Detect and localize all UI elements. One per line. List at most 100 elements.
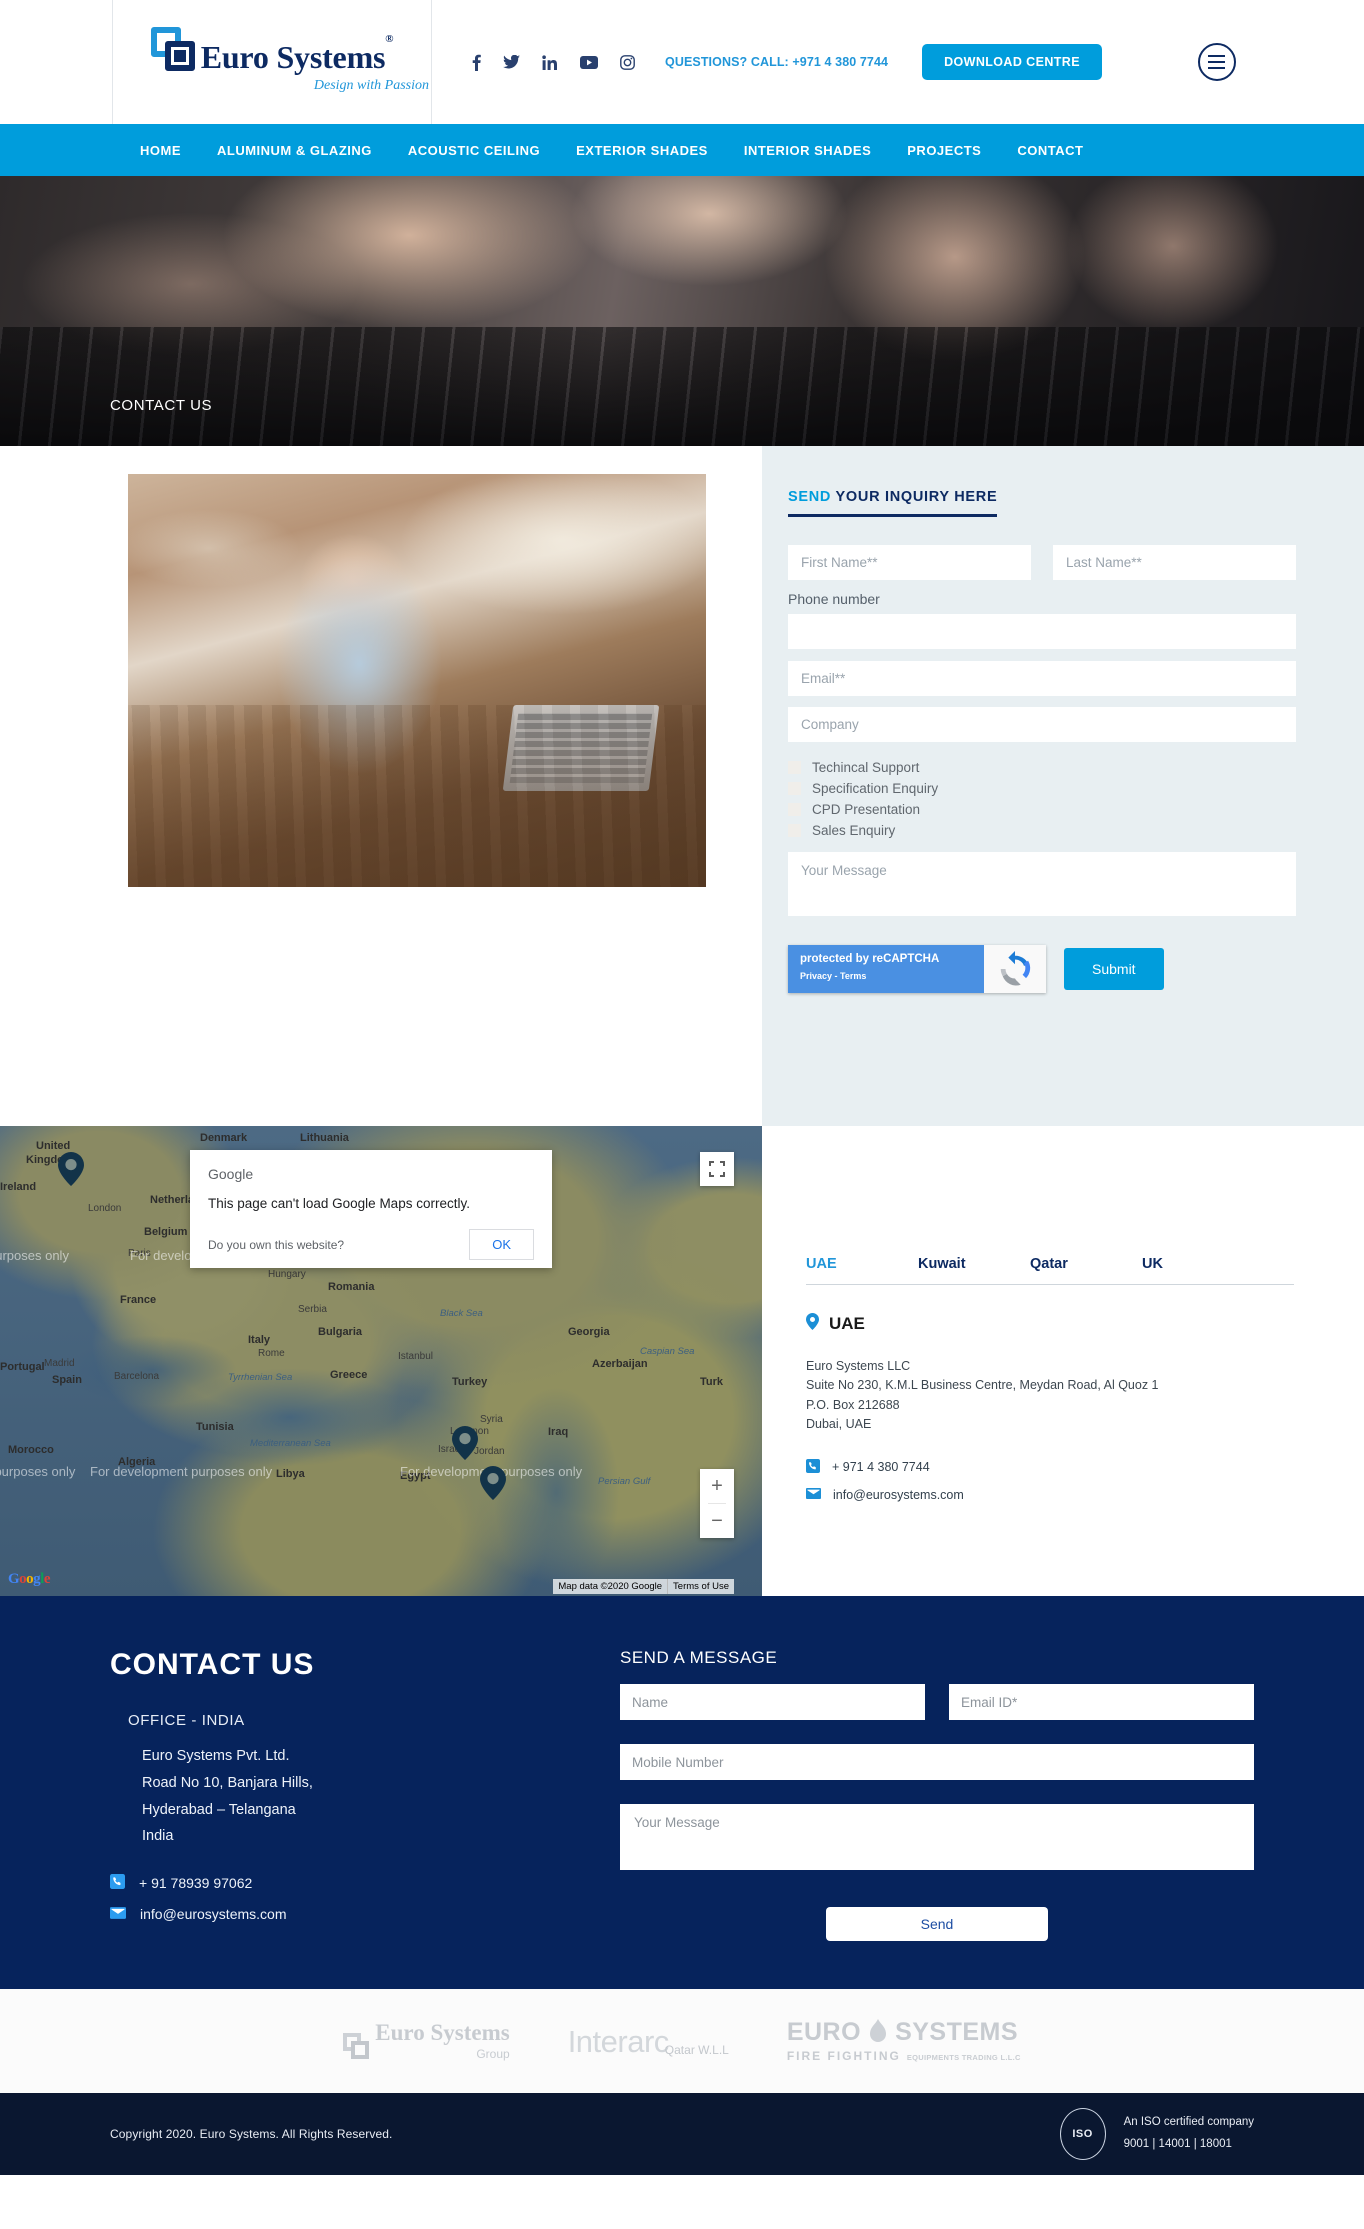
footer-email-input[interactable] [949, 1684, 1254, 1720]
partner-logo-euro-systems-group[interactable]: Euro Systems Group [343, 2021, 510, 2061]
footer-phone-row[interactable]: + 91 78939 97062 [110, 1874, 620, 1892]
checkbox-box[interactable] [788, 761, 801, 774]
submit-button[interactable]: Submit [1064, 948, 1164, 990]
youtube-icon[interactable] [580, 55, 598, 69]
email-icon [806, 1487, 821, 1502]
office-email: info@eurosystems.com [833, 1487, 964, 1502]
footer-address-line: Road No 10, Banjara Hills, [142, 1774, 313, 1791]
map-label: Turkey [452, 1376, 488, 1388]
office-tab-uae[interactable]: UAE [806, 1256, 918, 1284]
office-phone-row[interactable]: + 971 4 380 7744 [806, 1458, 1294, 1476]
recaptcha-title: protected by reCAPTCHA [800, 953, 940, 965]
office-address-line: Suite No 230, K.M.L Business Centre, Mey… [806, 1378, 1159, 1393]
menu-icon[interactable] [1197, 43, 1236, 81]
linkedin-icon[interactable] [542, 54, 558, 70]
office-tab-qatar[interactable]: Qatar [1030, 1256, 1142, 1284]
phone-call-text[interactable]: QUESTIONS? CALL: +971 4 380 7744 [665, 55, 888, 69]
map-label: Georgia [568, 1326, 610, 1338]
footer-mobile-input[interactable] [620, 1744, 1254, 1780]
map-label: Spain [52, 1374, 82, 1386]
facebook-icon[interactable] [472, 54, 481, 71]
office-tabs: UAE Kuwait Qatar UK [806, 1256, 1294, 1285]
logo[interactable]: Euro Systems® Design with Passion [112, 0, 432, 124]
checkbox-box[interactable] [788, 824, 801, 837]
copyright-bar: Copyright 2020. Euro Systems. All Rights… [0, 2093, 1364, 2175]
office-contact: + 971 4 380 7744 info@eurosystems.com [806, 1458, 1294, 1502]
map-label: Madrid [44, 1358, 75, 1369]
google-maps-error-dialog: Google This page can't load Google Maps … [190, 1150, 552, 1268]
partner-logo-euro-systems-fire-fighting[interactable]: EURO SYSTEMS FIRE FIGHTING EQUIPMENTS TR… [787, 2019, 1021, 2063]
map-label: Morocco [8, 1444, 54, 1456]
nav-item-projects[interactable]: PROJECTS [907, 143, 981, 158]
nav-item-home[interactable]: HOME [140, 143, 181, 158]
instagram-icon[interactable] [620, 54, 635, 70]
download-centre-button[interactable]: DOWNLOAD CENTRE [922, 44, 1102, 80]
recaptcha-logo-icon [984, 945, 1046, 993]
office-tab-kuwait[interactable]: Kuwait [918, 1256, 1030, 1284]
send-button[interactable]: Send [826, 1907, 1048, 1941]
site-header: Euro Systems® Design with Passion QUESTI… [0, 0, 1364, 124]
logo-tagline: Design with Passion [313, 77, 429, 93]
office-email-row[interactable]: info@eurosystems.com [806, 1487, 1294, 1502]
dialog-ok-button[interactable]: OK [469, 1229, 534, 1260]
partner-logo-interarc[interactable]: Interarc Qatar W.L.L [568, 2026, 729, 2057]
footer-phone: + 91 78939 97062 [139, 1875, 253, 1892]
woman-working-photo [128, 474, 706, 887]
euro-systems-group-mark-icon [343, 2033, 371, 2061]
google-map[interactable]: United Kingdom Ireland Denmark Lithuania Lond… [0, 1126, 762, 1596]
footer-form-title: SEND A MESSAGE [620, 1648, 778, 1667]
footer-address-line: Euro Systems Pvt. Ltd. [142, 1748, 290, 1764]
partner-1-sub: Qatar W.L.L [664, 2042, 729, 2057]
zoom-in-button[interactable]: + [700, 1469, 734, 1503]
checkbox-row-1[interactable]: Specification Enquiry [788, 781, 1296, 796]
last-name-input[interactable] [1053, 545, 1296, 580]
map-label: France [120, 1294, 157, 1306]
checkbox-box[interactable] [788, 782, 801, 795]
first-name-input[interactable] [788, 545, 1031, 580]
map-label: Portugal [0, 1361, 45, 1373]
nav-item-interior-shades[interactable]: INTERIOR SHADES [744, 143, 871, 158]
nav-item-exterior-shades[interactable]: EXTERIOR SHADES [576, 143, 708, 158]
map-label: Tunisia [196, 1421, 234, 1433]
footer-email-row[interactable]: info@eurosystems.com [110, 1906, 620, 1922]
fullscreen-icon[interactable] [700, 1152, 734, 1186]
recaptcha-privacy-terms[interactable]: Privacy - Terms [800, 971, 984, 981]
checkbox-row-3[interactable]: Sales Enquiry [788, 823, 1296, 838]
map-sea-label: Tyrrhenian Sea [228, 1372, 293, 1383]
main-navigation: HOME ALUMINUM & GLAZING ACOUSTIC CEILING EX… [0, 124, 1364, 176]
office-tab-uk[interactable]: UK [1142, 1256, 1254, 1284]
map-label: Libya [276, 1468, 305, 1480]
footer-name-input[interactable] [620, 1684, 925, 1720]
map-label: Azerbaijan [592, 1358, 648, 1370]
zoom-out-button[interactable]: − [700, 1504, 734, 1538]
location-pin-icon [806, 1313, 819, 1335]
map-marker-qatar[interactable] [480, 1466, 506, 1500]
nav-item-contact[interactable]: CONTACT [1017, 143, 1083, 158]
company-input[interactable] [788, 707, 1296, 742]
map-zoom-controls: + − [700, 1469, 734, 1538]
footer-message-textarea[interactable] [620, 1804, 1254, 1870]
map-marker-uae[interactable] [452, 1426, 478, 1460]
dialog-brand: Google [208, 1166, 254, 1182]
message-textarea[interactable] [788, 852, 1296, 916]
iso-seal-text: ISO [1072, 2128, 1093, 2140]
checkbox-row-2[interactable]: CPD Presentation [788, 802, 1296, 817]
partner-2-sub2: EQUIPMENTS TRADING L.L.C [906, 2053, 1021, 2062]
recaptcha-badge[interactable]: protected by reCAPTCHA Privacy - Terms [788, 945, 1046, 993]
twitter-icon[interactable] [503, 55, 520, 69]
map-label: Belgium [144, 1226, 188, 1238]
checkbox-box[interactable] [788, 803, 801, 816]
checkbox-row-0[interactable]: Techincal Support [788, 760, 1296, 775]
footer-heading: CONTACT US [110, 1648, 315, 1681]
phone-icon [806, 1458, 820, 1476]
email-input[interactable] [788, 661, 1296, 696]
nav-item-acoustic-ceiling[interactable]: ACOUSTIC CEILING [408, 143, 540, 158]
partner-0-sub: Group [476, 2047, 510, 2061]
partner-logos: Euro Systems Group Interarc Qatar W.L.L … [0, 1989, 1364, 2093]
terms-of-use-link[interactable]: Terms of Use [668, 1579, 734, 1594]
dialog-own-website-link[interactable]: Do you own this website? [208, 1238, 344, 1252]
map-marker-uk[interactable] [58, 1152, 84, 1186]
checkbox-label: Sales Enquiry [812, 823, 896, 838]
phone-number-input[interactable] [788, 614, 1296, 649]
nav-item-aluminum-glazing[interactable]: ALUMINUM & GLAZING [217, 143, 372, 158]
